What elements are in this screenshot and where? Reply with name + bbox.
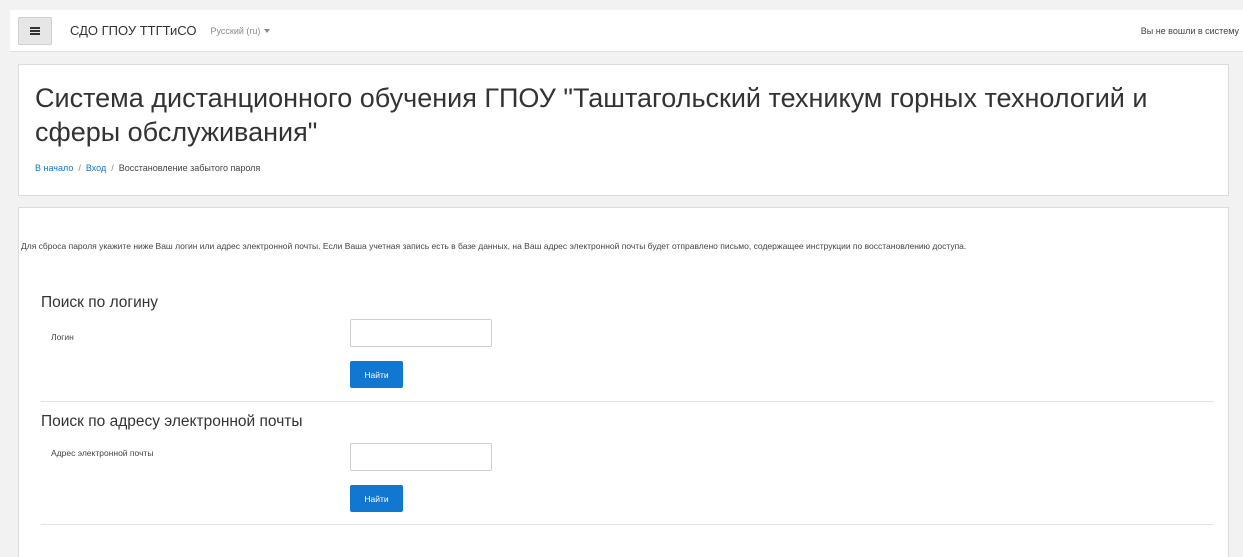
instructions-text: Для сброса пароля укажите ниже Ваш логин… [21, 241, 967, 251]
email-search-heading: Поиск по адресу электронной почты [41, 413, 303, 430]
hamburger-menu-icon[interactable] [18, 16, 52, 45]
breadcrumb: В начало / Вход / Восстановление забытог… [35, 163, 260, 173]
username-search-heading: Поиск по логину [41, 294, 159, 311]
forgot-password-panel: Для сброса пароля укажите ниже Ваш логин… [18, 207, 1229, 557]
section-divider [41, 524, 1214, 525]
login-status-text: Вы не вошли в систему [1140, 25, 1239, 36]
breadcrumb-separator: / [78, 163, 81, 173]
username-label: Логин [51, 332, 74, 342]
email-input[interactable] [350, 443, 492, 471]
breadcrumb-home-link[interactable]: В начало [35, 163, 73, 173]
breadcrumb-current: Восстановление забытого пароля [118, 163, 261, 173]
language-selector[interactable]: Русский (ru) [210, 25, 271, 36]
site-name-link[interactable]: СДО ГПОУ ТТГТиСО [70, 23, 196, 38]
page-header: Система дистанционного обучения ГПОУ "Та… [18, 64, 1229, 196]
section-divider [41, 401, 1214, 402]
breadcrumb-login-link[interactable]: Вход [86, 163, 106, 173]
top-navbar: СДО ГПОУ ТТГТиСО Русский (ru) Вы не вошл… [10, 10, 1243, 52]
email-label: Адрес электронной почты [51, 448, 154, 458]
username-input[interactable] [350, 319, 492, 347]
page-title: Система дистанционного обучения ГПОУ "Та… [35, 83, 1148, 147]
search-by-email-button[interactable]: Найти [350, 485, 403, 512]
caret-down-icon [264, 28, 271, 33]
breadcrumb-separator: / [111, 163, 114, 173]
search-by-username-button[interactable]: Найти [350, 361, 403, 388]
language-selector-label: Русский (ru) [210, 25, 261, 36]
